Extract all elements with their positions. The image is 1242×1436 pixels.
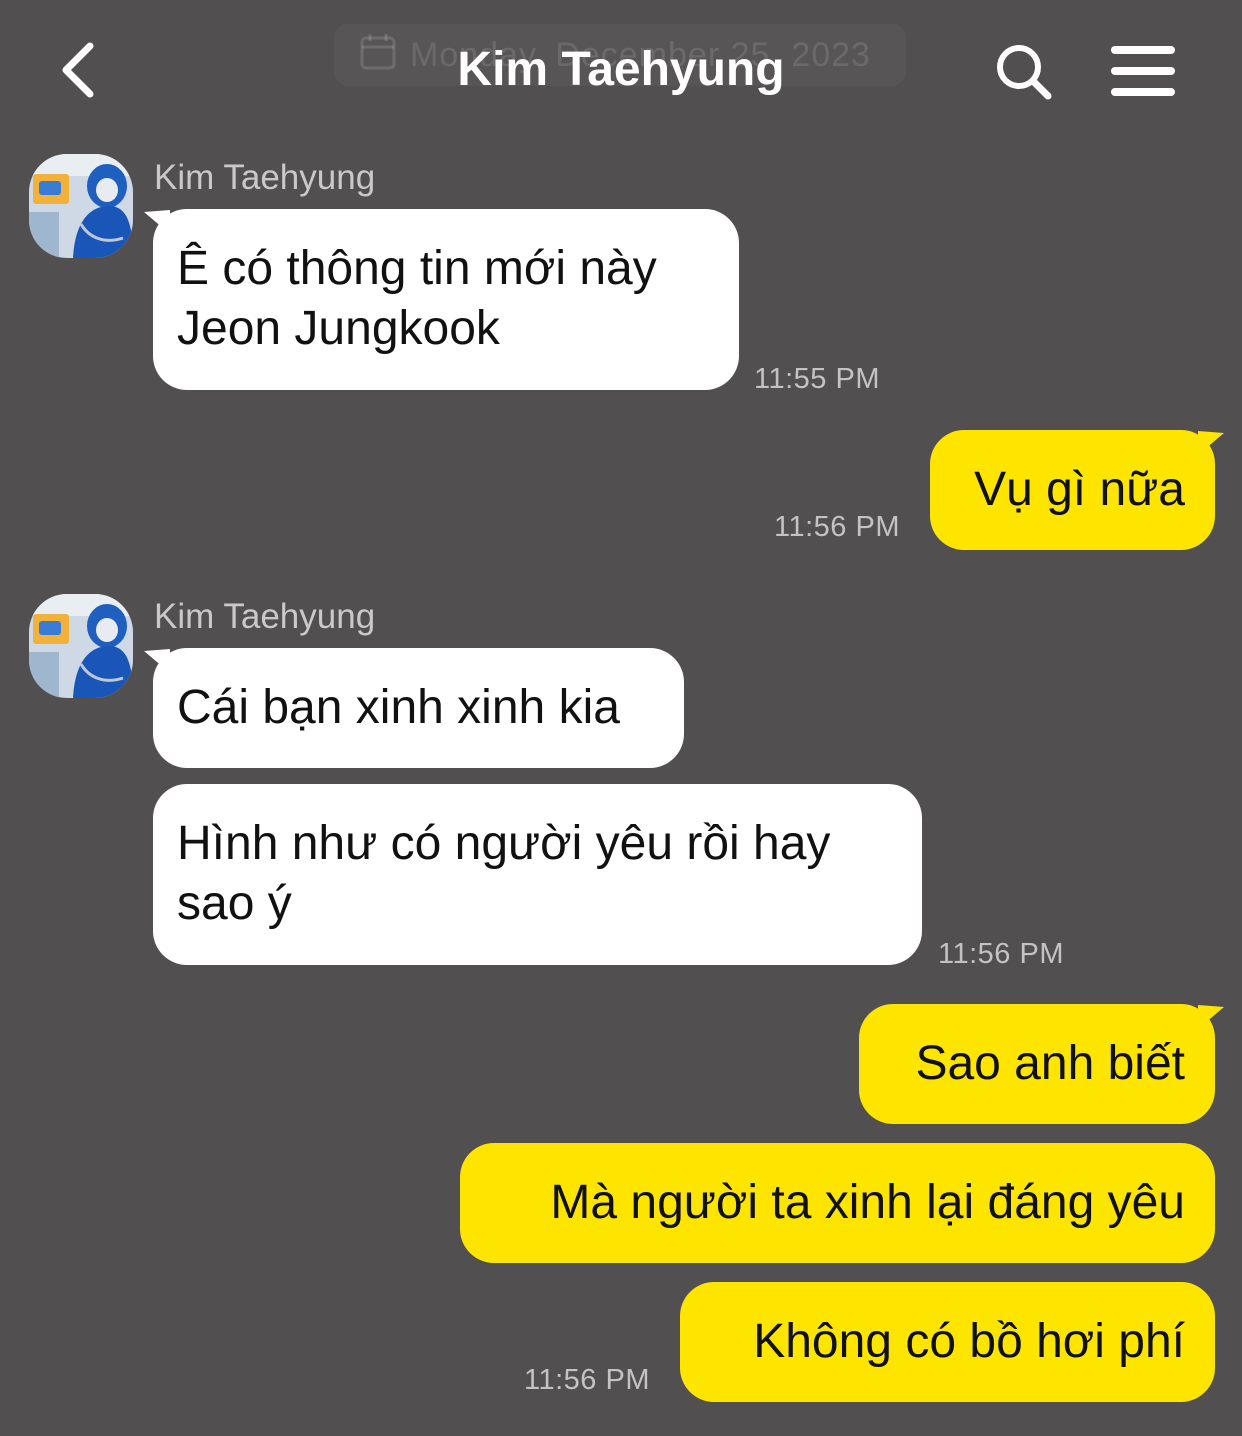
- message-time: 11:56 PM: [524, 1364, 650, 1396]
- message-text: Vụ gì nữa: [974, 463, 1185, 516]
- message-text: Mà người ta xinh lại đáng yêu: [550, 1176, 1185, 1229]
- hamburger-menu-icon: [1111, 46, 1175, 96]
- menu-button[interactable]: [1110, 44, 1176, 103]
- search-icon: [997, 45, 1052, 100]
- avatar[interactable]: [29, 154, 133, 258]
- message-time: 11:55 PM: [754, 363, 880, 395]
- message-text-line: Hình như có người yêu rồi hay: [177, 817, 831, 870]
- chat-title: Kim Taehyung: [457, 43, 785, 96]
- avatar[interactable]: [29, 594, 133, 698]
- sender-name: Kim Taehyung: [154, 158, 376, 197]
- message-bubble-incoming[interactable]: Ê có thông tin mới này Jeon Jungkook: [153, 209, 739, 390]
- message-bubble-outgoing[interactable]: Vụ gì nữa: [930, 430, 1215, 550]
- message-text-line: Jeon Jungkook: [177, 302, 500, 355]
- message-text: Sao anh biết: [915, 1037, 1185, 1090]
- message-bubble-outgoing[interactable]: Sao anh biết: [859, 1004, 1215, 1124]
- message-bubble-incoming[interactable]: Cái bạn xinh xinh kia: [153, 648, 684, 768]
- message-time: 11:56 PM: [938, 938, 1064, 970]
- message-text: Không có bồ hơi phí: [753, 1315, 1185, 1368]
- message-bubble-outgoing[interactable]: Mà người ta xinh lại đáng yêu: [460, 1143, 1215, 1263]
- sender-name: Kim Taehyung: [154, 597, 376, 636]
- search-button[interactable]: [994, 42, 1054, 107]
- message-bubble-outgoing[interactable]: Không có bồ hơi phí: [680, 1282, 1215, 1402]
- message-bubble-incoming[interactable]: Hình như có người yêu rồi hay sao ý: [153, 784, 922, 965]
- message-text: Cái bạn xinh xinh kia: [177, 681, 620, 734]
- message-time: 11:56 PM: [774, 511, 900, 543]
- message-text-line: sao ý: [177, 877, 292, 930]
- bubble-tail: [1198, 1005, 1224, 1029]
- message-text-line: Ê có thông tin mới này: [177, 242, 657, 295]
- bubble-tail: [1198, 431, 1224, 455]
